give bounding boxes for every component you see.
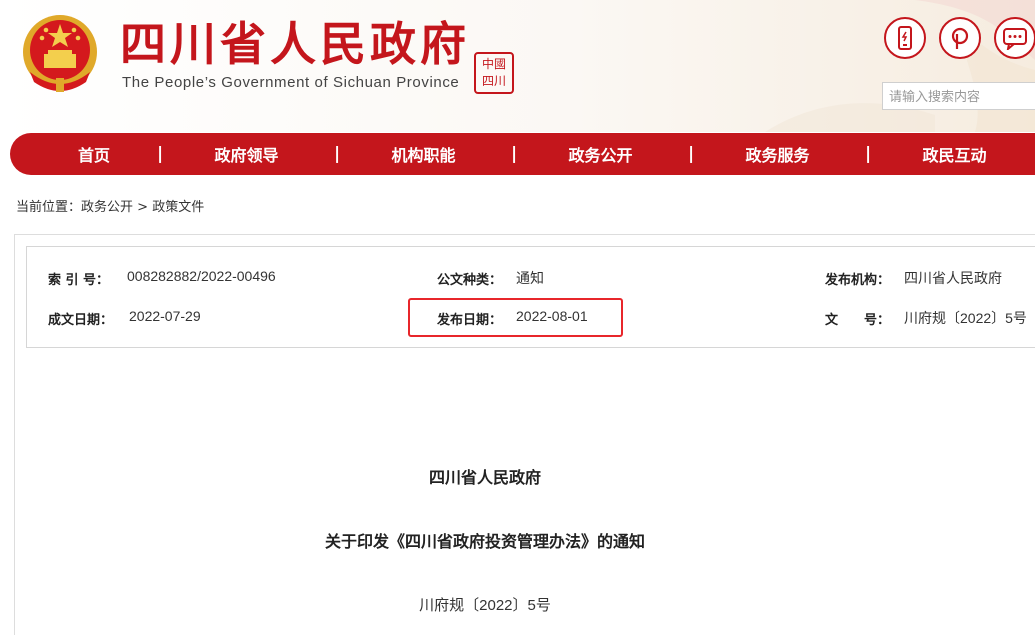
- publisher-value: 四川省人民政府: [904, 270, 1002, 286]
- index-label: 索 引 号：: [48, 273, 110, 288]
- search-input[interactable]: [882, 82, 1035, 110]
- breadcrumb-arrow: >: [137, 200, 149, 215]
- created-date-label: 成文日期：: [48, 313, 114, 328]
- national-emblem: [23, 15, 97, 92]
- index-value: 008282882/2022-00496: [127, 268, 276, 284]
- publisher-label: 发布机构：: [825, 273, 891, 288]
- site-title: 四川省人民政府: [120, 17, 470, 71]
- doc-number-value: 川府规〔2022〕5号: [904, 310, 1027, 326]
- mobile-icon: [898, 26, 912, 50]
- document-number: 川府规〔2022〕5号: [419, 597, 551, 614]
- nav-item-services[interactable]: 政务服务: [690, 133, 865, 175]
- site-header: 四川省人民政府 The People’s Government of Sichu…: [0, 0, 1035, 132]
- created-date-value: 2022-07-29: [129, 308, 201, 324]
- nav-item-interaction[interactable]: 政民互动: [867, 133, 1035, 175]
- mobile-button[interactable]: [884, 17, 926, 59]
- document-issuer: 四川省人民政府: [428, 468, 541, 487]
- nav-item-functions[interactable]: 机构职能: [336, 133, 511, 175]
- weibo-button[interactable]: [939, 17, 981, 59]
- breadcrumb: 当前位置：政务公开 > 政策文件: [16, 196, 204, 215]
- nav-item-leaders[interactable]: 政府领导: [159, 133, 334, 175]
- doc-type-label: 公文种类：: [437, 273, 503, 288]
- breadcrumb-link-gov-affairs[interactable]: 政务公开: [81, 200, 133, 215]
- nav-item-home[interactable]: 首页: [10, 133, 157, 175]
- published-date-highlight: [408, 298, 623, 337]
- main-nav: 首页 | 政府领导 | 机构职能 | 政务公开 | 政务服务 | 政民互动 |: [10, 133, 1035, 175]
- doc-number-label: 文 号：: [825, 313, 891, 328]
- seal-logo: 中國 四川: [474, 52, 514, 94]
- weibo-icon: [951, 27, 969, 49]
- breadcrumb-link-policy-docs[interactable]: 政策文件: [152, 200, 204, 215]
- doc-type-value: 通知: [516, 270, 544, 286]
- site-subtitle: The People’s Government of Sichuan Provi…: [122, 74, 460, 91]
- wechat-icon: [1003, 28, 1027, 50]
- breadcrumb-prefix: 当前位置：: [16, 200, 82, 215]
- document-title: 关于印发《四川省政府投资管理办法》的通知: [324, 532, 645, 551]
- wechat-button[interactable]: [994, 17, 1035, 59]
- nav-item-gov-affairs[interactable]: 政务公开: [513, 133, 688, 175]
